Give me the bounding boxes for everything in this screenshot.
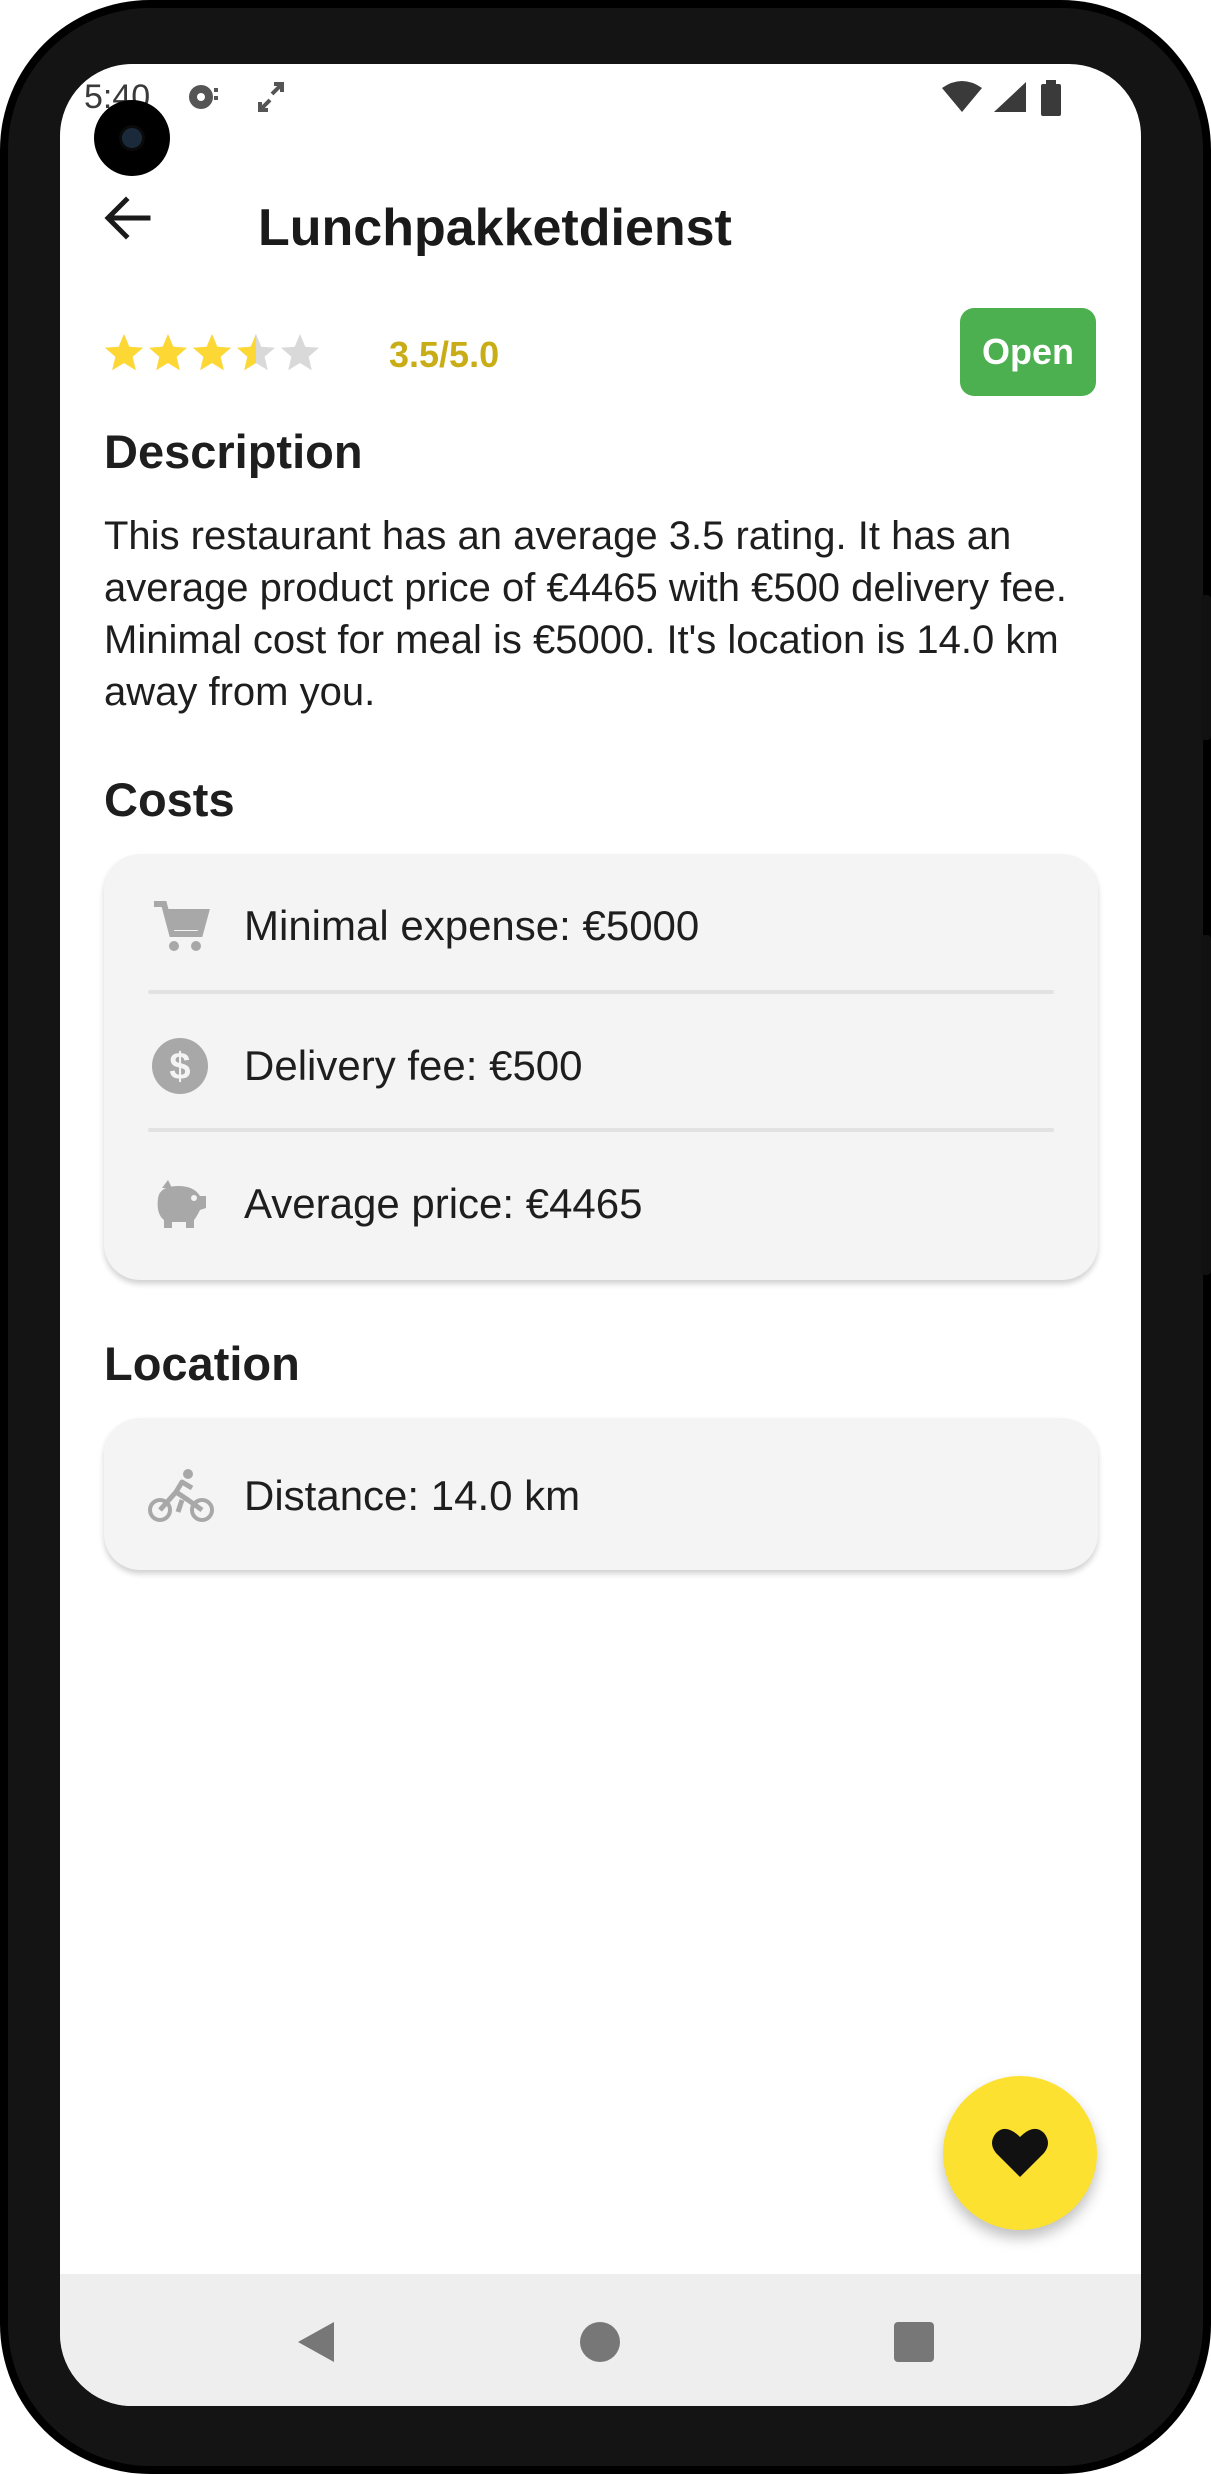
cost-row-average-price: Average price: €4465 — [104, 1132, 1098, 1270]
cost-label: Delivery fee: €500 — [244, 1042, 583, 1089]
star-fill — [149, 334, 187, 371]
power-button — [1201, 595, 1211, 740]
nav-recents-icon[interactable] — [886, 2314, 942, 2370]
favorite-button[interactable] — [943, 2076, 1097, 2230]
system-nav-bar — [60, 2274, 1141, 2406]
rating-row: 3.5/5.0 — [104, 326, 1104, 396]
rating-text: 3.5/5.0 — [389, 334, 500, 375]
rating-stars — [105, 334, 319, 371]
nav-home-icon[interactable] — [572, 2314, 628, 2370]
location-label: Distance: 14.0 km — [244, 1472, 581, 1519]
location-card: Distance: 14.0 km — [104, 1418, 1098, 1570]
volume-button — [1201, 935, 1211, 1275]
shopping-cart-icon — [154, 901, 210, 951]
costs-card: Minimal expense: €5000 $ Delivery fee: €… — [104, 854, 1098, 1280]
signal-icon — [994, 82, 1026, 112]
page-title: Lunchpakketdienst — [258, 199, 732, 257]
status-badge: Open — [960, 308, 1096, 396]
location-row-distance: Distance: 14.0 km — [104, 1424, 1098, 1562]
heart-icon — [992, 2128, 1048, 2177]
app-bar: Lunchpakketdienst — [60, 164, 1141, 276]
location-heading: Location — [104, 1337, 300, 1390]
svg-text:$: $ — [169, 1046, 190, 1088]
status-bar: 5:40 — [60, 64, 1141, 128]
star-fill — [105, 334, 143, 371]
nav-back-icon[interactable] — [288, 2314, 344, 2370]
piggy-bank-icon — [157, 1180, 206, 1228]
arrow-back-icon[interactable] — [96, 186, 160, 250]
bike-icon — [148, 1469, 214, 1522]
star-icon — [281, 334, 319, 371]
cost-row-delivery-fee: $ Delivery fee: €500 — [104, 994, 1098, 1132]
wifi-icon — [942, 81, 982, 112]
screen: 5:40 Lunchpakketdienst 3.5/5.0 Open Desc… — [60, 64, 1141, 2406]
description-heading: Description — [104, 425, 363, 478]
costs-heading: Costs — [104, 773, 235, 826]
description-text: This restaurant has an average 3.5 ratin… — [104, 514, 1067, 714]
dollar-coin-icon: $ — [152, 1038, 208, 1094]
media-notification-icon — [189, 85, 218, 109]
cost-label: Average price: €4465 — [244, 1180, 643, 1227]
phone-frame: 5:40 Lunchpakketdienst 3.5/5.0 Open Desc… — [0, 0, 1211, 2474]
star-fill — [193, 334, 231, 371]
battery-icon — [1041, 80, 1061, 116]
cost-row-minimal-expense: Minimal expense: €5000 — [104, 854, 1098, 992]
expand-icon — [258, 82, 284, 112]
cost-label: Minimal expense: €5000 — [244, 902, 700, 949]
